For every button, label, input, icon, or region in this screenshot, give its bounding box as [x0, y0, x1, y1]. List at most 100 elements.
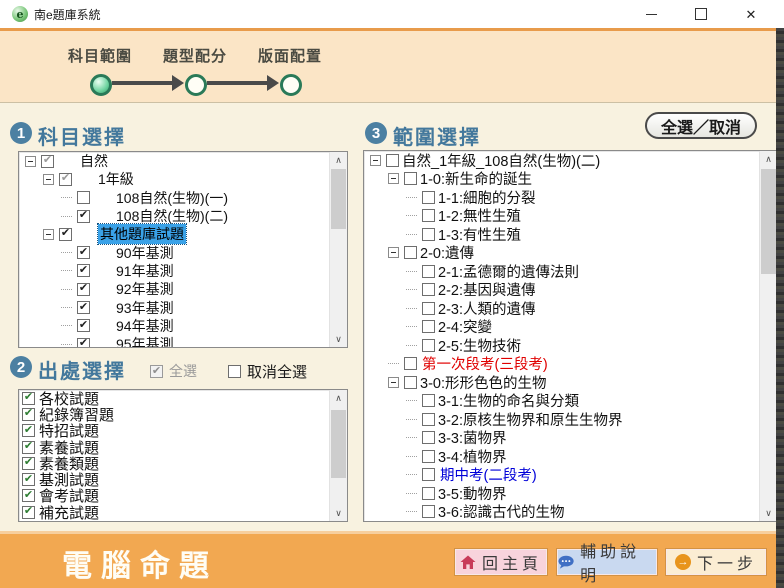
range-tree-item[interactable]: 2-3:人類的遺傳	[364, 299, 777, 318]
range-tree-scrollbar[interactable]: ∧ ∨	[759, 151, 777, 521]
range-tree-item[interactable]: 2-2:基因與遺傳	[364, 281, 777, 300]
tree-item-label[interactable]: 91年基測	[116, 261, 174, 281]
range-tree-item[interactable]: 2-0:遺傳	[364, 244, 777, 263]
range-tree-item[interactable]: 1-2:無性生殖	[364, 207, 777, 226]
help-button[interactable]: 輔助說明	[557, 549, 657, 575]
tree-checkbox[interactable]	[77, 319, 90, 332]
scroll-up-icon[interactable]: ∧	[330, 152, 347, 168]
tree-item-label[interactable]: 自然	[80, 151, 108, 171]
tree-checkbox[interactable]	[422, 320, 435, 333]
source-checkbox[interactable]	[22, 473, 35, 486]
expand-toggle-icon[interactable]	[388, 173, 399, 184]
tree-checkbox[interactable]	[77, 191, 90, 204]
subject-tree-item[interactable]: 其他題庫試題	[19, 225, 347, 243]
tree-checkbox[interactable]	[422, 302, 435, 315]
expand-toggle-icon[interactable]	[406, 437, 417, 438]
expand-toggle-icon[interactable]	[388, 377, 399, 388]
tree-checkbox[interactable]	[404, 357, 417, 370]
range-tree-item[interactable]: 第一次段考(三段考)	[364, 355, 777, 374]
tree-checkbox[interactable]	[422, 209, 435, 222]
source-checkbox[interactable]	[22, 489, 35, 502]
select-all-checkbox-box[interactable]	[150, 365, 163, 378]
subject-tree-item[interactable]: 95年基測	[19, 335, 347, 348]
source-checkbox[interactable]	[22, 408, 35, 421]
tree-checkbox[interactable]	[422, 283, 435, 296]
subject-tree-item[interactable]: 91年基測	[19, 262, 347, 280]
expand-toggle-icon[interactable]	[406, 271, 417, 272]
tree-checkbox[interactable]	[77, 246, 90, 259]
subject-tree-item[interactable]: 93年基測	[19, 298, 347, 316]
tree-checkbox[interactable]	[77, 283, 90, 296]
step-circle-icon[interactable]	[185, 74, 207, 96]
tree-checkbox[interactable]	[59, 228, 72, 241]
tree-checkbox[interactable]	[404, 246, 417, 259]
scroll-up-icon[interactable]: ∧	[760, 151, 777, 167]
expand-toggle-icon[interactable]	[388, 363, 399, 364]
source-list-scrollbar[interactable]: ∧ ∨	[329, 390, 347, 521]
range-tree-item[interactable]: 2-4:突變	[364, 318, 777, 337]
expand-toggle-icon[interactable]	[406, 511, 417, 512]
tree-checkbox[interactable]	[422, 265, 435, 278]
deselect-all-checkbox-box[interactable]	[228, 365, 241, 378]
range-tree-item[interactable]: 期中考(二段考)	[364, 466, 777, 485]
range-tree-item[interactable]: 3-2:原核生物界和原生生物界	[364, 410, 777, 429]
expand-toggle-icon[interactable]	[406, 308, 417, 309]
tree-item-label[interactable]: 95年基測	[116, 334, 174, 348]
home-button[interactable]: 回主頁	[455, 549, 547, 575]
source-checkbox[interactable]	[22, 441, 35, 454]
scroll-down-icon[interactable]: ∨	[330, 505, 347, 521]
subject-tree-item[interactable]: 90年基測	[19, 243, 347, 261]
select-all-checkbox[interactable]: 全選	[150, 361, 197, 381]
subject-tree-item[interactable]: 94年基測	[19, 317, 347, 335]
tree-checkbox[interactable]	[77, 338, 90, 348]
scrollbar-thumb[interactable]	[331, 410, 346, 478]
range-tree-item[interactable]: 1-1:細胞的分裂	[364, 188, 777, 207]
range-tree-item[interactable]: 1-0:新生命的誕生	[364, 170, 777, 189]
deselect-all-checkbox[interactable]: 取消全選	[228, 361, 307, 382]
expand-toggle-icon[interactable]	[61, 344, 72, 345]
maximize-button[interactable]	[676, 0, 726, 28]
expand-toggle-icon[interactable]	[406, 345, 417, 346]
tree-checkbox[interactable]	[77, 264, 90, 277]
range-tree-item[interactable]: 3-0:形形色色的生物	[364, 373, 777, 392]
subject-tree-item[interactable]: 1年級	[19, 170, 347, 188]
subject-tree-item[interactable]: 92年基測	[19, 280, 347, 298]
tree-item-label[interactable]: 其他題庫試題	[98, 224, 186, 244]
source-item-label[interactable]: 補充試題	[39, 502, 99, 522]
expand-toggle-icon[interactable]	[406, 419, 417, 420]
step-circle-active-icon[interactable]	[90, 74, 112, 96]
expand-toggle-icon[interactable]	[406, 215, 417, 216]
tree-item-label[interactable]: 92年基測	[116, 279, 174, 299]
tree-checkbox[interactable]	[422, 431, 435, 444]
expand-toggle-icon[interactable]	[61, 289, 72, 290]
subject-tree-scrollbar[interactable]: ∧ ∨	[329, 152, 347, 347]
tree-item-label[interactable]: 90年基測	[116, 243, 174, 263]
tree-item-label[interactable]: 108自然(生物)(一)	[116, 188, 228, 208]
tree-checkbox[interactable]	[386, 154, 399, 167]
tree-checkbox[interactable]	[404, 376, 417, 389]
tree-item-label[interactable]: 93年基測	[116, 298, 174, 318]
range-tree-item[interactable]: 3-4:植物界	[364, 447, 777, 466]
tree-checkbox[interactable]	[77, 301, 90, 314]
expand-toggle-icon[interactable]	[406, 289, 417, 290]
expand-toggle-icon[interactable]	[43, 174, 54, 185]
expand-toggle-icon[interactable]	[406, 197, 417, 198]
tree-checkbox[interactable]	[422, 191, 435, 204]
scroll-down-icon[interactable]: ∨	[330, 331, 347, 347]
tree-checkbox[interactable]	[422, 468, 435, 481]
source-list-item[interactable]: 補充試題	[19, 504, 347, 520]
range-tree-item[interactable]: 1-3:有性生殖	[364, 225, 777, 244]
tree-checkbox[interactable]	[77, 210, 90, 223]
expand-toggle-icon[interactable]	[388, 247, 399, 258]
tree-checkbox[interactable]	[422, 450, 435, 463]
range-tree-item[interactable]: 自然_1年級_108自然(生物)(二)	[364, 151, 777, 170]
expand-toggle-icon[interactable]	[61, 270, 72, 271]
scrollbar-thumb[interactable]	[761, 169, 776, 274]
expand-toggle-icon[interactable]	[61, 325, 72, 326]
tree-checkbox[interactable]	[422, 394, 435, 407]
source-checkbox[interactable]	[22, 424, 35, 437]
source-checkbox[interactable]	[22, 392, 35, 405]
subject-tree-item[interactable]: 108自然(生物)(二)	[19, 207, 347, 225]
next-step-button[interactable]: → 下一步	[666, 549, 766, 575]
expand-toggle-icon[interactable]	[43, 229, 54, 240]
